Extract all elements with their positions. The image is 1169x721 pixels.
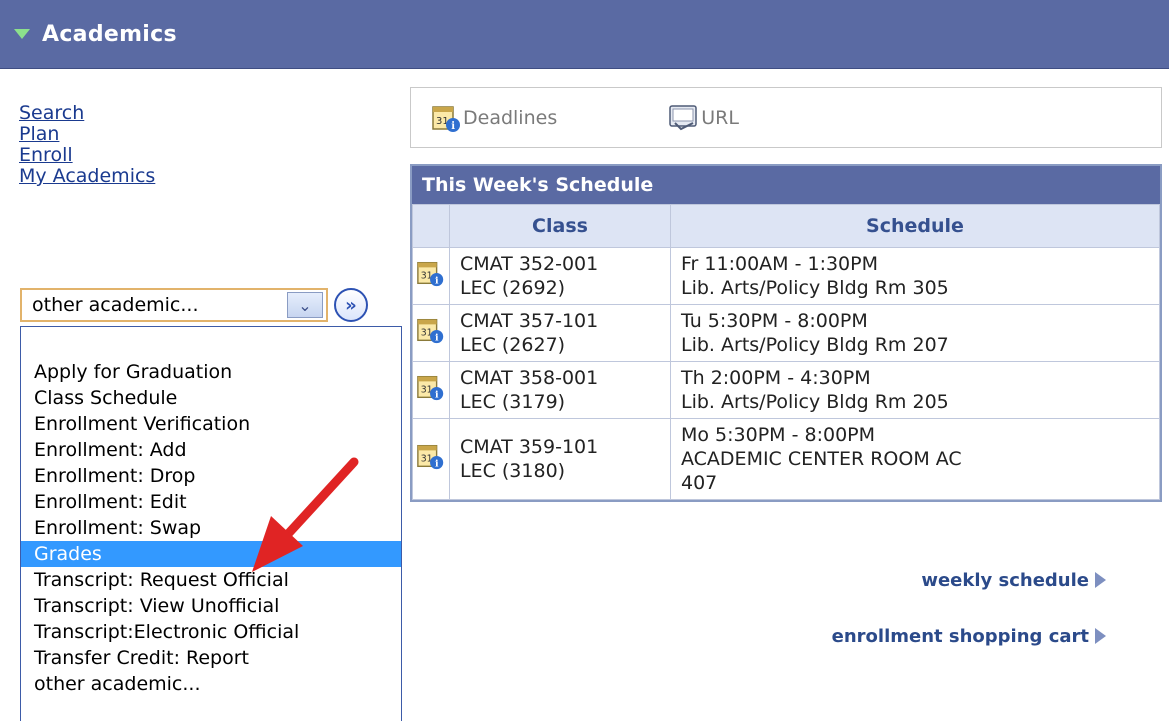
table-header-row: Class Schedule — [412, 204, 1160, 248]
option-enrollment-verification[interactable]: Enrollment Verification — [21, 411, 401, 437]
schedule-title: This Week's Schedule — [412, 166, 1160, 204]
class-cell: CMAT 358-001 LEC (3179) — [449, 361, 671, 419]
schedule-cell: Fr 11:00AM - 1:30PM Lib. Arts/Policy Bld… — [670, 247, 1160, 305]
academic-options-list: Apply for Graduation Class Schedule Enro… — [20, 326, 402, 721]
table-row: 31 i CMAT 357-101 LEC (2627) Tu 5:30PM -… — [412, 304, 1160, 362]
class-code: CMAT 352-001 — [460, 253, 599, 275]
class-details-icon[interactable]: 31 i — [416, 372, 446, 402]
class-cell: CMAT 357-101 LEC (2627) — [449, 304, 671, 362]
meeting-location: Lib. Arts/Policy Bldg Rm 305 — [681, 277, 949, 299]
option-transcript-electronic-official[interactable]: Transcript:Electronic Official — [21, 619, 401, 645]
meeting-time: Fr 11:00AM - 1:30PM — [681, 253, 878, 275]
class-cell: CMAT 359-101 LEC (3180) — [449, 418, 671, 500]
play-arrow-icon — [1095, 572, 1106, 588]
class-code: CMAT 358-001 — [460, 367, 599, 389]
quick-links-toolbar: 31 i Deadlines URL — [410, 87, 1162, 148]
table-row: 31 i CMAT 359-101 LEC (3180) Mo 5:30PM -… — [412, 418, 1160, 500]
calendar-info-icon: 31 i — [432, 105, 460, 132]
class-cell: CMAT 352-001 LEC (2692) — [449, 247, 671, 305]
option-class-schedule[interactable]: Class Schedule — [21, 385, 401, 411]
row-icon-cell[interactable]: 31 i — [412, 418, 450, 500]
schedule-cell: Th 2:00PM - 4:30PM Lib. Arts/Policy Bldg… — [670, 361, 1160, 419]
url-handshake-icon — [669, 104, 697, 130]
meeting-time: Th 2:00PM - 4:30PM — [681, 367, 871, 389]
class-section: LEC (2627) — [460, 334, 566, 356]
class-details-icon[interactable]: 31 i — [416, 258, 446, 288]
enrollment-cart-link[interactable]: enrollment shopping cart — [410, 623, 1162, 649]
schedule-cell: Tu 5:30PM - 8:00PM Lib. Arts/Policy Bldg… — [670, 304, 1160, 362]
meeting-location: Lib. Arts/Policy Bldg Rm 205 — [681, 391, 949, 413]
deadlines-label: Deadlines — [463, 106, 558, 129]
meeting-time: Tu 5:30PM - 8:00PM — [681, 310, 868, 332]
chevron-down-icon[interactable]: ⌄ — [287, 292, 323, 318]
enrollment-cart-label: enrollment shopping cart — [831, 625, 1089, 647]
schedule-table: Class Schedule 31 i CMAT 352-001 LEC (26… — [412, 204, 1160, 500]
option-transfer-credit-report[interactable]: Transfer Credit: Report — [21, 645, 401, 671]
svg-text:i: i — [435, 389, 439, 400]
meeting-location-cont: 407 — [681, 472, 718, 494]
class-details-icon[interactable]: 31 i — [416, 441, 446, 471]
plan-link[interactable]: Plan — [19, 124, 155, 145]
schedule-cell: Mo 5:30PM - 8:00PM ACADEMIC CENTER ROOM … — [670, 418, 1160, 500]
weekly-schedule-link[interactable]: weekly schedule — [410, 567, 1162, 593]
academics-header[interactable]: Academics — [0, 0, 1169, 69]
meeting-location: Lib. Arts/Policy Bldg Rm 207 — [681, 334, 949, 356]
go-button[interactable]: » — [334, 288, 368, 322]
option-enrollment-swap[interactable]: Enrollment: Swap — [21, 515, 401, 541]
option-apply-for-graduation[interactable]: Apply for Graduation — [21, 359, 401, 385]
class-section: LEC (3179) — [460, 391, 566, 413]
svg-text:i: i — [451, 121, 455, 132]
collapse-triangle-icon[interactable] — [14, 29, 30, 39]
meeting-location: ACADEMIC CENTER ROOM AC — [681, 448, 962, 470]
deadlines-link[interactable]: 31 i Deadlines — [431, 103, 557, 133]
class-code: CMAT 357-101 — [460, 310, 599, 332]
other-academic-select[interactable]: other academic... ⌄ — [20, 288, 328, 322]
option-other-academic[interactable]: other academic... — [21, 671, 401, 697]
other-academic-select-row: other academic... ⌄ » — [20, 288, 368, 322]
search-link[interactable]: Search — [19, 103, 155, 124]
schedule-links: weekly schedule enrollment shopping cart — [410, 567, 1162, 649]
my-academics-link[interactable]: My Academics — [19, 166, 155, 187]
select-value: other academic... — [32, 294, 199, 316]
enroll-link[interactable]: Enroll — [19, 145, 155, 166]
weekly-schedule-panel: This Week's Schedule Class Schedule 31 i… — [410, 164, 1162, 502]
svg-text:i: i — [435, 275, 439, 286]
schedule-column-header: Schedule — [670, 204, 1160, 248]
option-enrollment-add[interactable]: Enrollment: Add — [21, 437, 401, 463]
class-section: LEC (3180) — [460, 460, 566, 482]
option-enrollment-drop[interactable]: Enrollment: Drop — [21, 463, 401, 489]
class-code: CMAT 359-101 — [460, 436, 599, 458]
weekly-schedule-label: weekly schedule — [921, 569, 1089, 591]
table-row: 31 i CMAT 358-001 LEC (3179) Th 2:00PM -… — [412, 361, 1160, 419]
class-column-header: Class — [449, 204, 671, 248]
class-details-icon[interactable]: 31 i — [416, 315, 446, 345]
nav-links: Search Plan Enroll My Academics — [19, 103, 155, 187]
class-section: LEC (2692) — [460, 277, 566, 299]
url-link[interactable]: URL — [667, 103, 739, 133]
section-title: Academics — [42, 21, 177, 47]
url-label: URL — [701, 106, 739, 129]
row-icon-cell[interactable]: 31 i — [412, 304, 450, 362]
play-arrow-icon — [1095, 628, 1106, 644]
row-icon-cell[interactable]: 31 i — [412, 247, 450, 305]
row-icon-cell[interactable]: 31 i — [412, 361, 450, 419]
svg-text:i: i — [435, 458, 439, 469]
table-row: 31 i CMAT 352-001 LEC (2692) Fr 11:00AM … — [412, 247, 1160, 305]
option-enrollment-edit[interactable]: Enrollment: Edit — [21, 489, 401, 515]
option-grades[interactable]: Grades — [21, 541, 401, 567]
icon-column-header — [412, 204, 450, 248]
option-transcript-request-official[interactable]: Transcript: Request Official — [21, 567, 401, 593]
option-transcript-view-unofficial[interactable]: Transcript: View Unofficial — [21, 593, 401, 619]
meeting-time: Mo 5:30PM - 8:00PM — [681, 424, 876, 446]
svg-text:i: i — [435, 332, 439, 343]
